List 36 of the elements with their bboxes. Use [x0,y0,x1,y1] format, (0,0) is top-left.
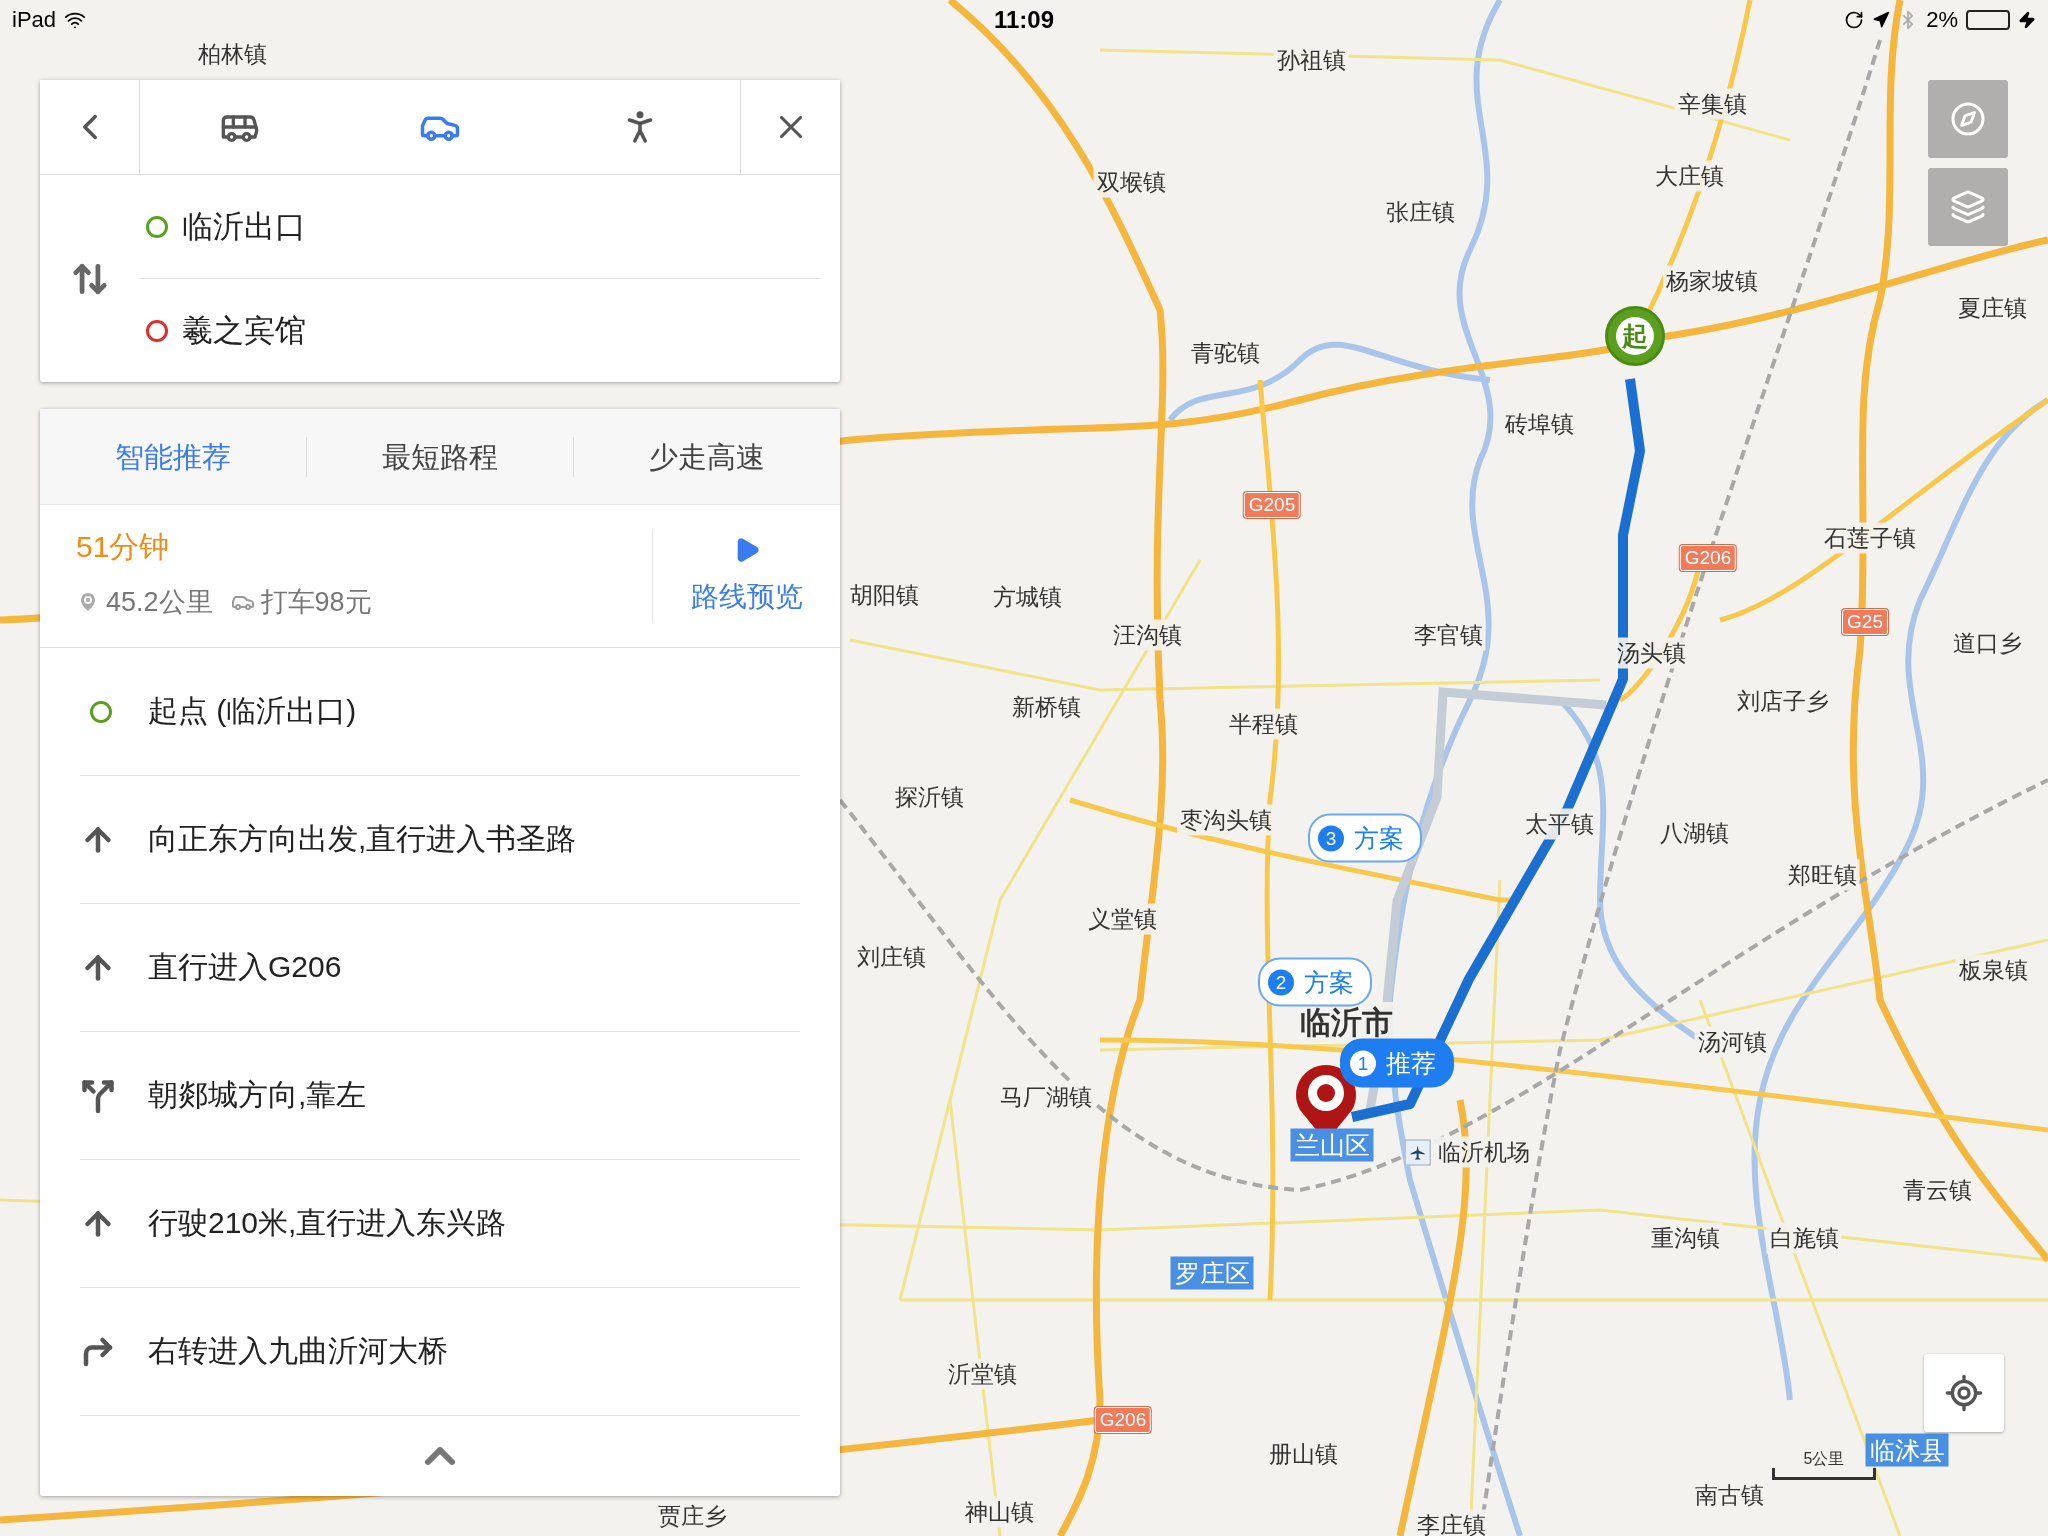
place-label: 枣沟头镇 [1177,804,1275,836]
clock: 11:09 [993,6,1055,34]
district-label: 兰山区 [1290,1128,1374,1162]
start-pin: 起 [1605,306,1665,366]
route-preference-tab[interactable]: 少走高速 [573,436,840,477]
distance-text: 45.2公里 [106,586,213,619]
highway-shield: G25 [1842,609,1888,635]
step-instruction: 行驶210米,直行进入东兴路 [148,1205,507,1241]
route-preference-tab[interactable]: 智能推荐 [40,436,306,477]
step-instruction: 右转进入九曲沂河大桥 [148,1333,448,1369]
step-instruction: 朝郯城方向,靠左 [148,1077,367,1113]
place-label: 汤河镇 [1694,1026,1770,1058]
duration-text: 51分钟 [76,529,171,565]
route-preview-button[interactable]: 路线预览 [652,529,840,623]
origin-field[interactable]: 临沂出口 [182,205,306,248]
scale-label: 5公里 [1803,1450,1845,1468]
step-instruction: 向正东方向出发,直行进入书圣路 [148,821,577,857]
battery-percent: 2% [1926,7,1958,33]
route-option-callout[interactable]: 1 推荐 [1340,1038,1454,1088]
route-option-callout[interactable]: 3 方案 [1308,813,1422,863]
district-label: 临沭县 [1865,1433,1949,1467]
step-instruction: 起点 (临沂出口) [148,693,357,729]
district-label: 罗庄区 [1170,1256,1254,1290]
place-label: 石莲子镇 [1821,522,1919,554]
destination-field[interactable]: 羲之宾馆 [182,309,306,352]
device-name: iPad [12,7,57,33]
highway-shield: G205 [1243,492,1301,518]
place-label: 白旄镇 [1766,1222,1842,1254]
step-instruction: 直行进入G206 [148,949,342,985]
highway-shield: G206 [1679,545,1737,571]
place-label: 辛集镇 [1674,88,1750,120]
taxi-fare-text: 打车98元 [260,586,372,619]
highway-shield: G206 [1094,1407,1152,1433]
route-preference-tab[interactable]: 最短路程 [306,436,573,477]
place-label: 双堠镇 [1093,166,1169,198]
route-option-callout[interactable]: 2 方案 [1258,957,1372,1007]
